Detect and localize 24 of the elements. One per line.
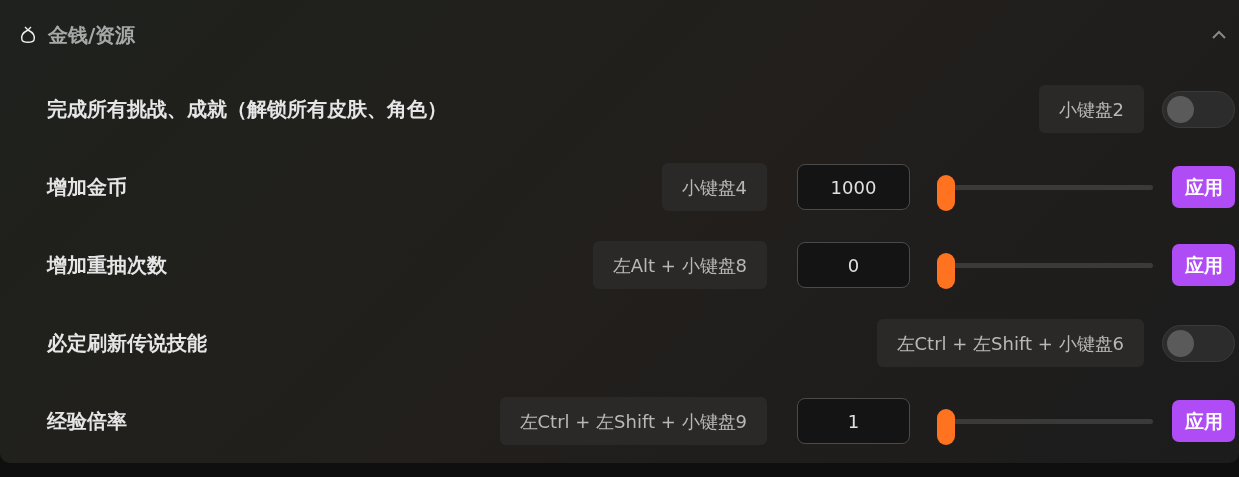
option-label: 完成所有挑战、成就（解锁所有皮肤、角色）	[47, 96, 447, 123]
apply-button[interactable]: 应用	[1172, 166, 1235, 208]
slider-thumb[interactable]	[937, 175, 955, 211]
hotkey-chip: 左Alt + 小键盘8	[592, 241, 767, 289]
option-label: 增加金币	[47, 174, 127, 201]
toggle-switch[interactable]	[1162, 90, 1235, 128]
option-label: 必定刷新传说技能	[47, 330, 207, 357]
money-bag-icon	[18, 25, 38, 45]
hotkey-chip: 左Ctrl + 左Shift + 小键盘9	[499, 397, 767, 445]
section-title: 金钱/资源	[48, 22, 136, 49]
number-input[interactable]: 0	[797, 242, 910, 288]
toggle-switch[interactable]	[1162, 324, 1235, 362]
slider-thumb[interactable]	[937, 409, 955, 445]
slider-thumb[interactable]	[937, 253, 955, 289]
apply-button[interactable]: 应用	[1172, 400, 1235, 442]
hotkey-chip: 小键盘2	[1038, 85, 1144, 133]
apply-button[interactable]: 应用	[1172, 244, 1235, 286]
option-label: 经验倍率	[47, 408, 127, 435]
hotkey-chip: 小键盘4	[661, 163, 767, 211]
hotkey-chip: 左Ctrl + 左Shift + 小键盘6	[876, 319, 1144, 367]
number-input[interactable]: 1000	[797, 164, 910, 210]
option-label: 增加重抽次数	[47, 252, 167, 279]
chevron-up-icon[interactable]	[1211, 30, 1227, 40]
number-input[interactable]: 1	[797, 398, 910, 444]
